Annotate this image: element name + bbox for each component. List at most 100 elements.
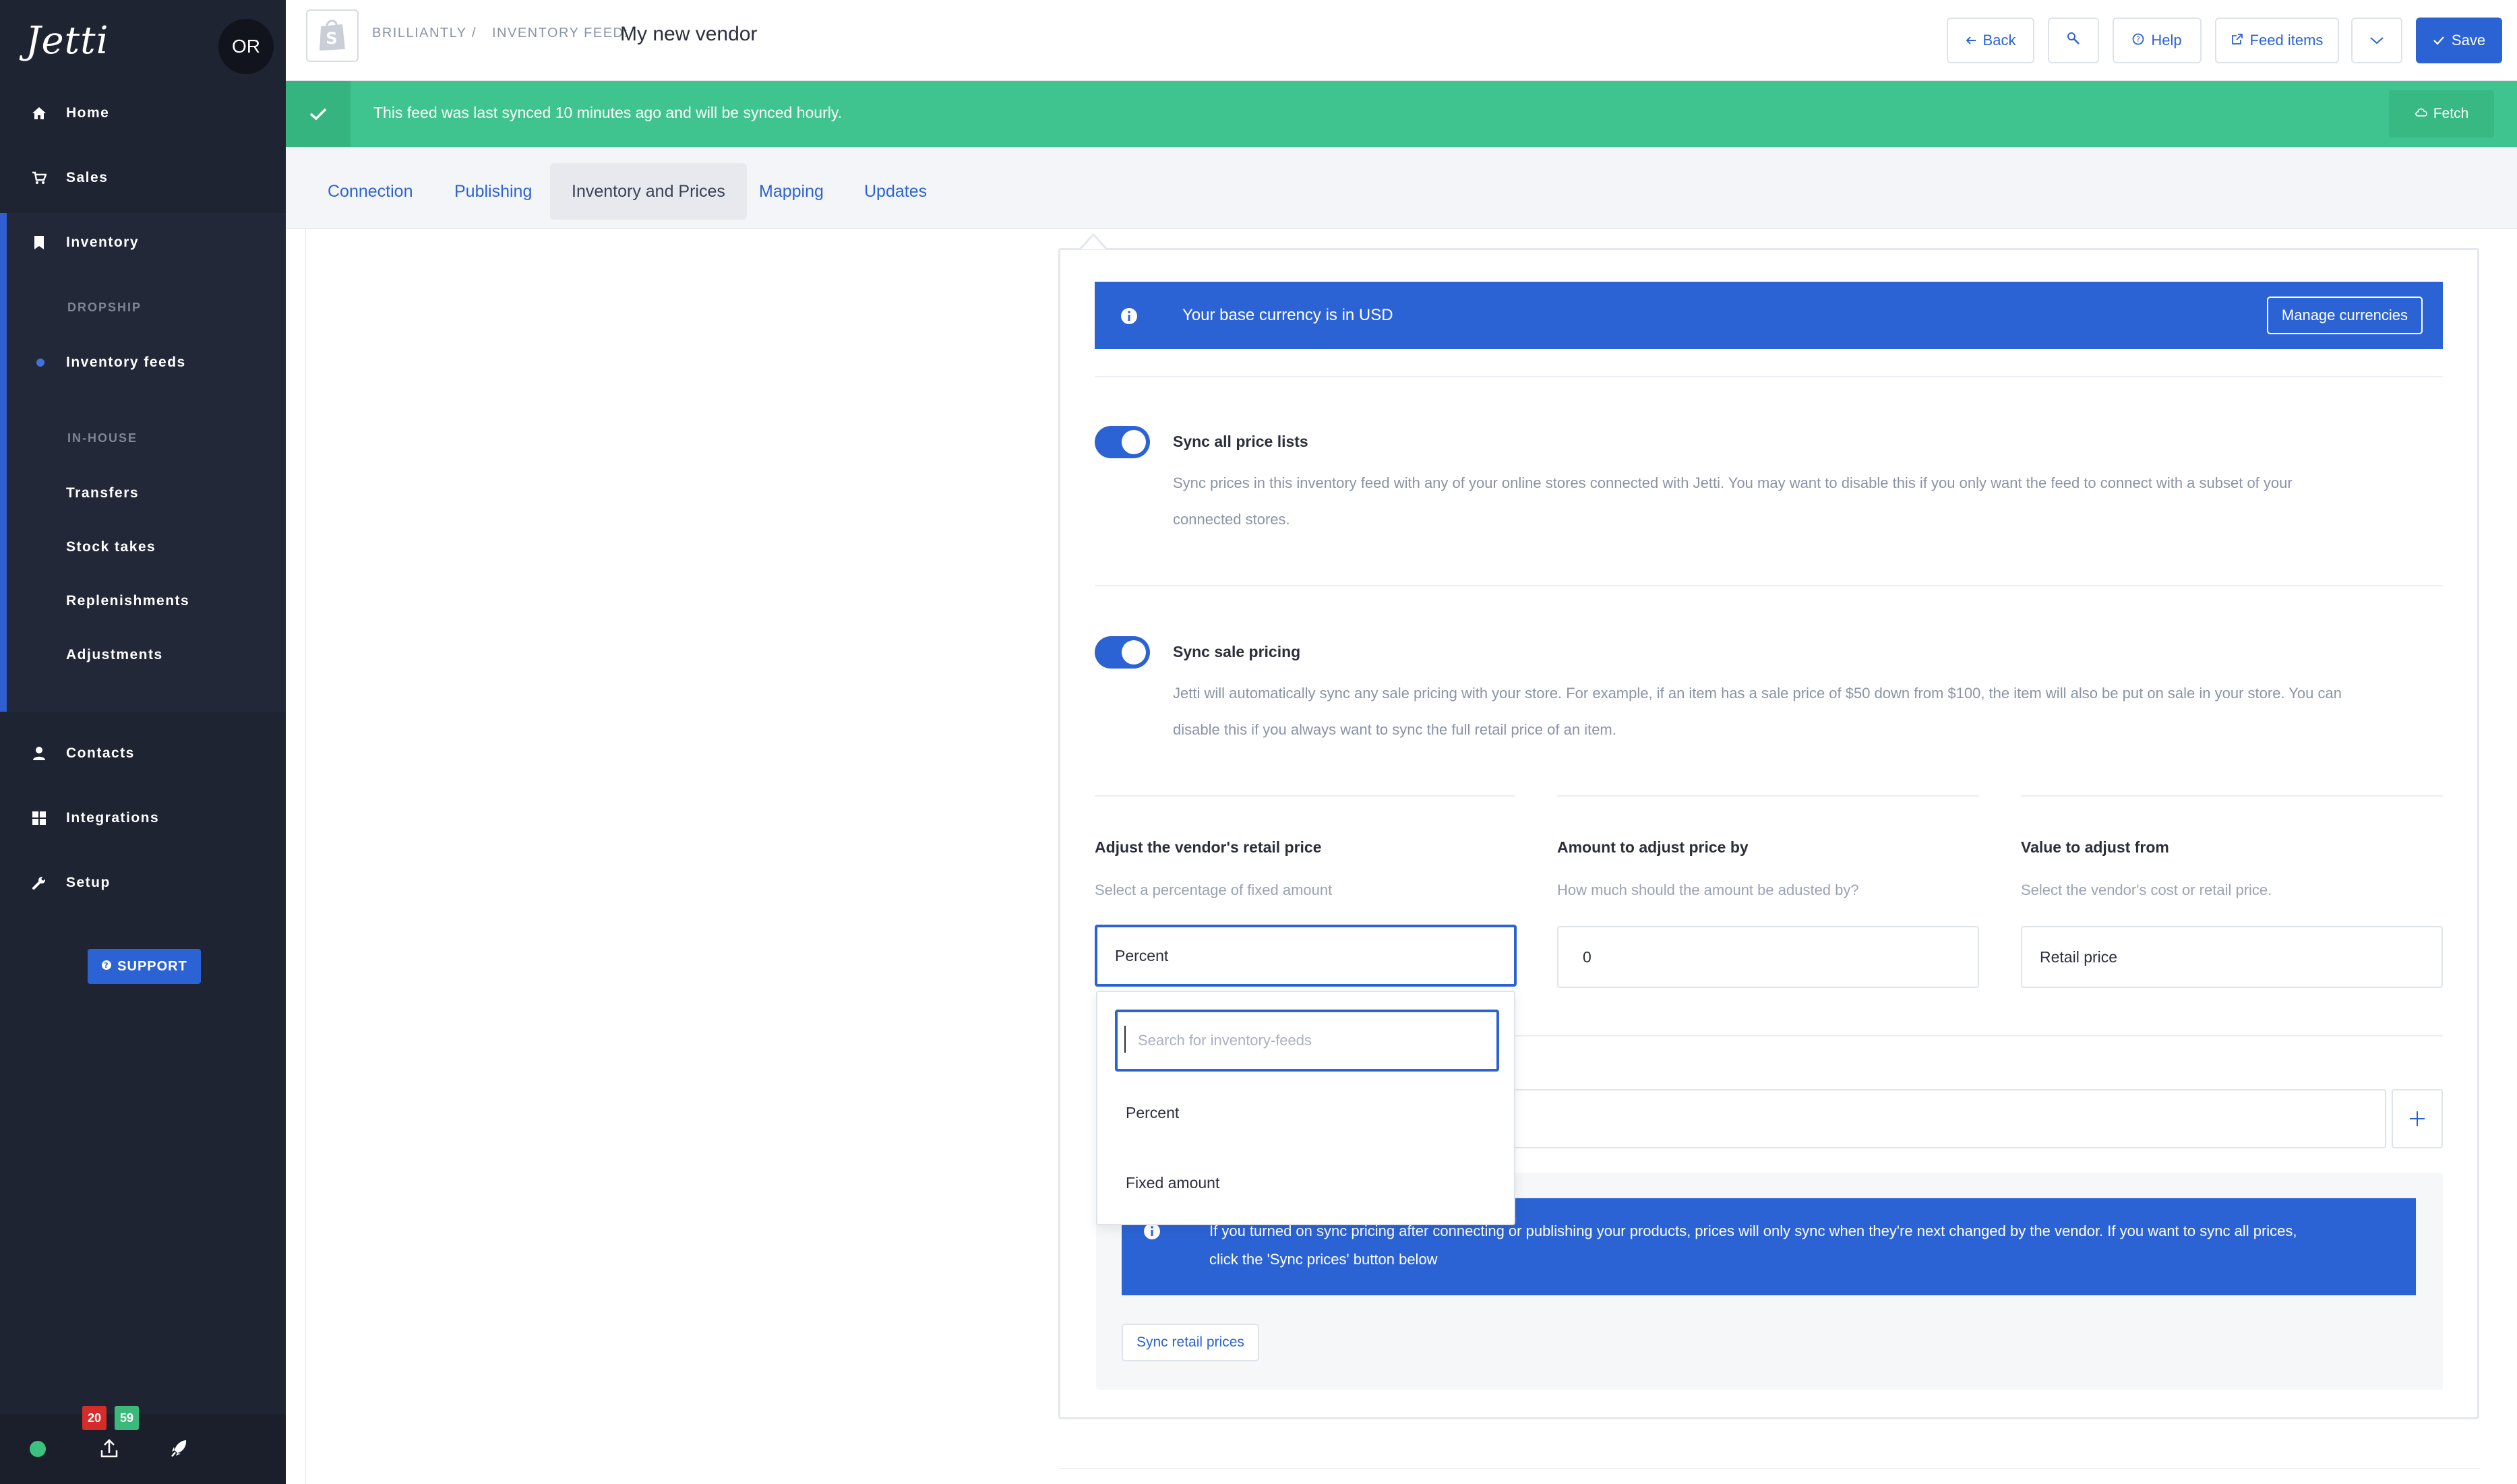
adjust-type-dropdown-menu: Search for inventory-feeds Percent Fixed… [1096,991,1515,1225]
tab-mapping[interactable]: Mapping [737,163,845,220]
section-label-inhouse: IN-HOUSE [67,431,138,445]
sidebar: Jetti OR Home Sales Inventory DROPSHIP I… [0,0,286,1484]
help-button[interactable]: ? Help [2113,18,2202,63]
help-circle-icon: ? [101,959,112,975]
check-icon [286,81,351,147]
home-icon [31,105,47,121]
breadcrumb-prefix: INVENTORY FEED: [492,26,629,40]
feed-items-button[interactable]: Feed items [2215,18,2339,63]
back-label: Back [1982,32,2016,49]
sync-price-lists-desc-1: Sync prices in this inventory feed with … [1173,474,2293,491]
sidebar-item-home[interactable]: Home [0,93,286,133]
store-logo: S [306,9,359,62]
adjust-retail-label: Adjust the vendor's retail price [1095,838,1322,856]
breadcrumb-separator: / [472,26,477,40]
more-actions-dropdown[interactable] [2351,18,2402,63]
tab-connection[interactable]: Connection [306,163,434,220]
wrench-icon [31,875,47,891]
badge-count-green: 59 [115,1406,140,1430]
toggle-knob [1122,640,1146,664]
grid-icon [31,810,47,826]
text-cursor [1124,1026,1126,1053]
card-pointer [1080,233,1107,249]
feed-items-label: Feed items [2249,32,2324,49]
sync-status-message: This feed was last synced 10 minutes ago… [373,104,843,121]
chevron-down-icon [2369,32,2384,49]
add-rule-button[interactable] [2392,1089,2443,1148]
adjust-from-select[interactable]: Retail price [2021,926,2443,988]
edit-link-button[interactable] [2048,18,2099,63]
sync-price-lists-toggle[interactable] [1095,426,1150,458]
info-icon [1120,307,1138,328]
sidebar-item-inventory-feeds[interactable]: Inventory feeds [0,342,286,383]
dropdown-option-fixed-amount[interactable]: Fixed amount [1126,1174,1219,1192]
active-dot [36,359,44,367]
sidebar-item-replenishments[interactable]: Replenishments [0,581,286,621]
sync-price-lists-desc-2: connected stores. [1173,511,1290,528]
divider [1095,795,1515,797]
divider [1515,1035,2443,1037]
back-button[interactable]: Back [1947,18,2034,63]
price-rule-input[interactable] [1510,1089,2386,1148]
divider [1095,585,2443,586]
sidebar-item-label: Contacts [66,745,135,761]
sync-notice-line-2: click the 'Sync prices' button below [1209,1251,1438,1268]
page-title: My new vendor [620,23,758,45]
fetch-button[interactable]: Fetch [2389,90,2494,137]
amount-help: How much should the amount be adusted by… [1557,882,1859,898]
adjust-type-select[interactable]: Percent [1095,925,1517,987]
sidebar-footer: 20 59 [0,1406,286,1484]
amount-label: Amount to adjust price by [1557,838,1749,856]
sidebar-item-adjustments[interactable]: Adjustments [0,635,286,675]
help-label: Help [2151,32,2182,49]
tab-updates[interactable]: Updates [843,163,948,220]
adjust-from-help: Select the vendor's cost or retail price… [2021,882,2272,898]
sync-sale-pricing-title: Sync sale pricing [1173,643,1301,660]
sync-sale-pricing-toggle[interactable] [1095,636,1150,669]
sidebar-item-inventory[interactable]: Inventory [0,222,286,263]
tab-inventory-and-prices[interactable]: Inventory and Prices [550,163,747,220]
support-button[interactable]: ? SUPPORT [88,949,201,984]
sidebar-item-transfers[interactable]: Transfers [0,473,286,514]
dropdown-search-input[interactable]: Search for inventory-feeds [1115,1010,1499,1072]
tab-publishing[interactable]: Publishing [433,163,553,220]
sidebar-item-integrations[interactable]: Integrations [0,798,286,838]
cloud-download-icon [2415,106,2428,122]
person-icon [31,745,47,762]
info-icon [1143,1223,1161,1243]
save-button[interactable]: Save [2416,18,2502,63]
check-icon [2433,32,2445,49]
sync-retail-prices-button[interactable]: Sync retail prices [1122,1324,1259,1361]
cart-icon [31,170,47,186]
sidebar-item-label: Replenishments [66,593,190,609]
dropdown-option-percent[interactable]: Percent [1126,1104,1179,1122]
user-avatar[interactable]: OR [218,19,274,74]
sidebar-item-setup[interactable]: Setup [0,863,286,903]
sidebar-item-label: Inventory [66,235,140,250]
status-online-icon [30,1441,46,1457]
sidebar-item-stock-takes[interactable]: Stock takes [0,527,286,567]
sync-price-lists-title: Sync all price lists [1173,433,1308,450]
bookmark-icon [31,235,47,251]
sidebar-item-label: Stock takes [66,539,156,555]
breadcrumb-store[interactable]: BRILLIANTLY [372,26,467,41]
arrow-left-icon [1966,32,1976,49]
sync-status-banner: This feed was last synced 10 minutes ago… [286,81,2517,147]
section-label-dropship: DROPSHIP [67,301,142,314]
manage-currencies-button[interactable]: Manage currencies [2266,297,2423,334]
shopify-bag-icon: S [317,17,348,55]
rocket-icon[interactable] [170,1438,189,1462]
sidebar-item-contacts[interactable]: Contacts [0,733,286,774]
app-logo[interactable]: Jetti [26,19,109,63]
sidebar-item-sales[interactable]: Sales [0,158,286,198]
fetch-label: Fetch [2433,106,2469,121]
amount-input[interactable]: 0 [1557,926,1979,988]
toggle-knob [1122,430,1146,454]
badge-count-red: 20 [82,1406,107,1430]
divider [1095,376,2443,377]
sidebar-item-label: Sales [66,170,109,185]
sync-sale-pricing-desc-1: Jetti will automatically sync any sale p… [1173,685,2342,702]
tab-bar: Connection Publishing Inventory and Pric… [286,147,2517,229]
upload-icon[interactable] [100,1438,119,1462]
svg-text:?: ? [2136,35,2140,44]
